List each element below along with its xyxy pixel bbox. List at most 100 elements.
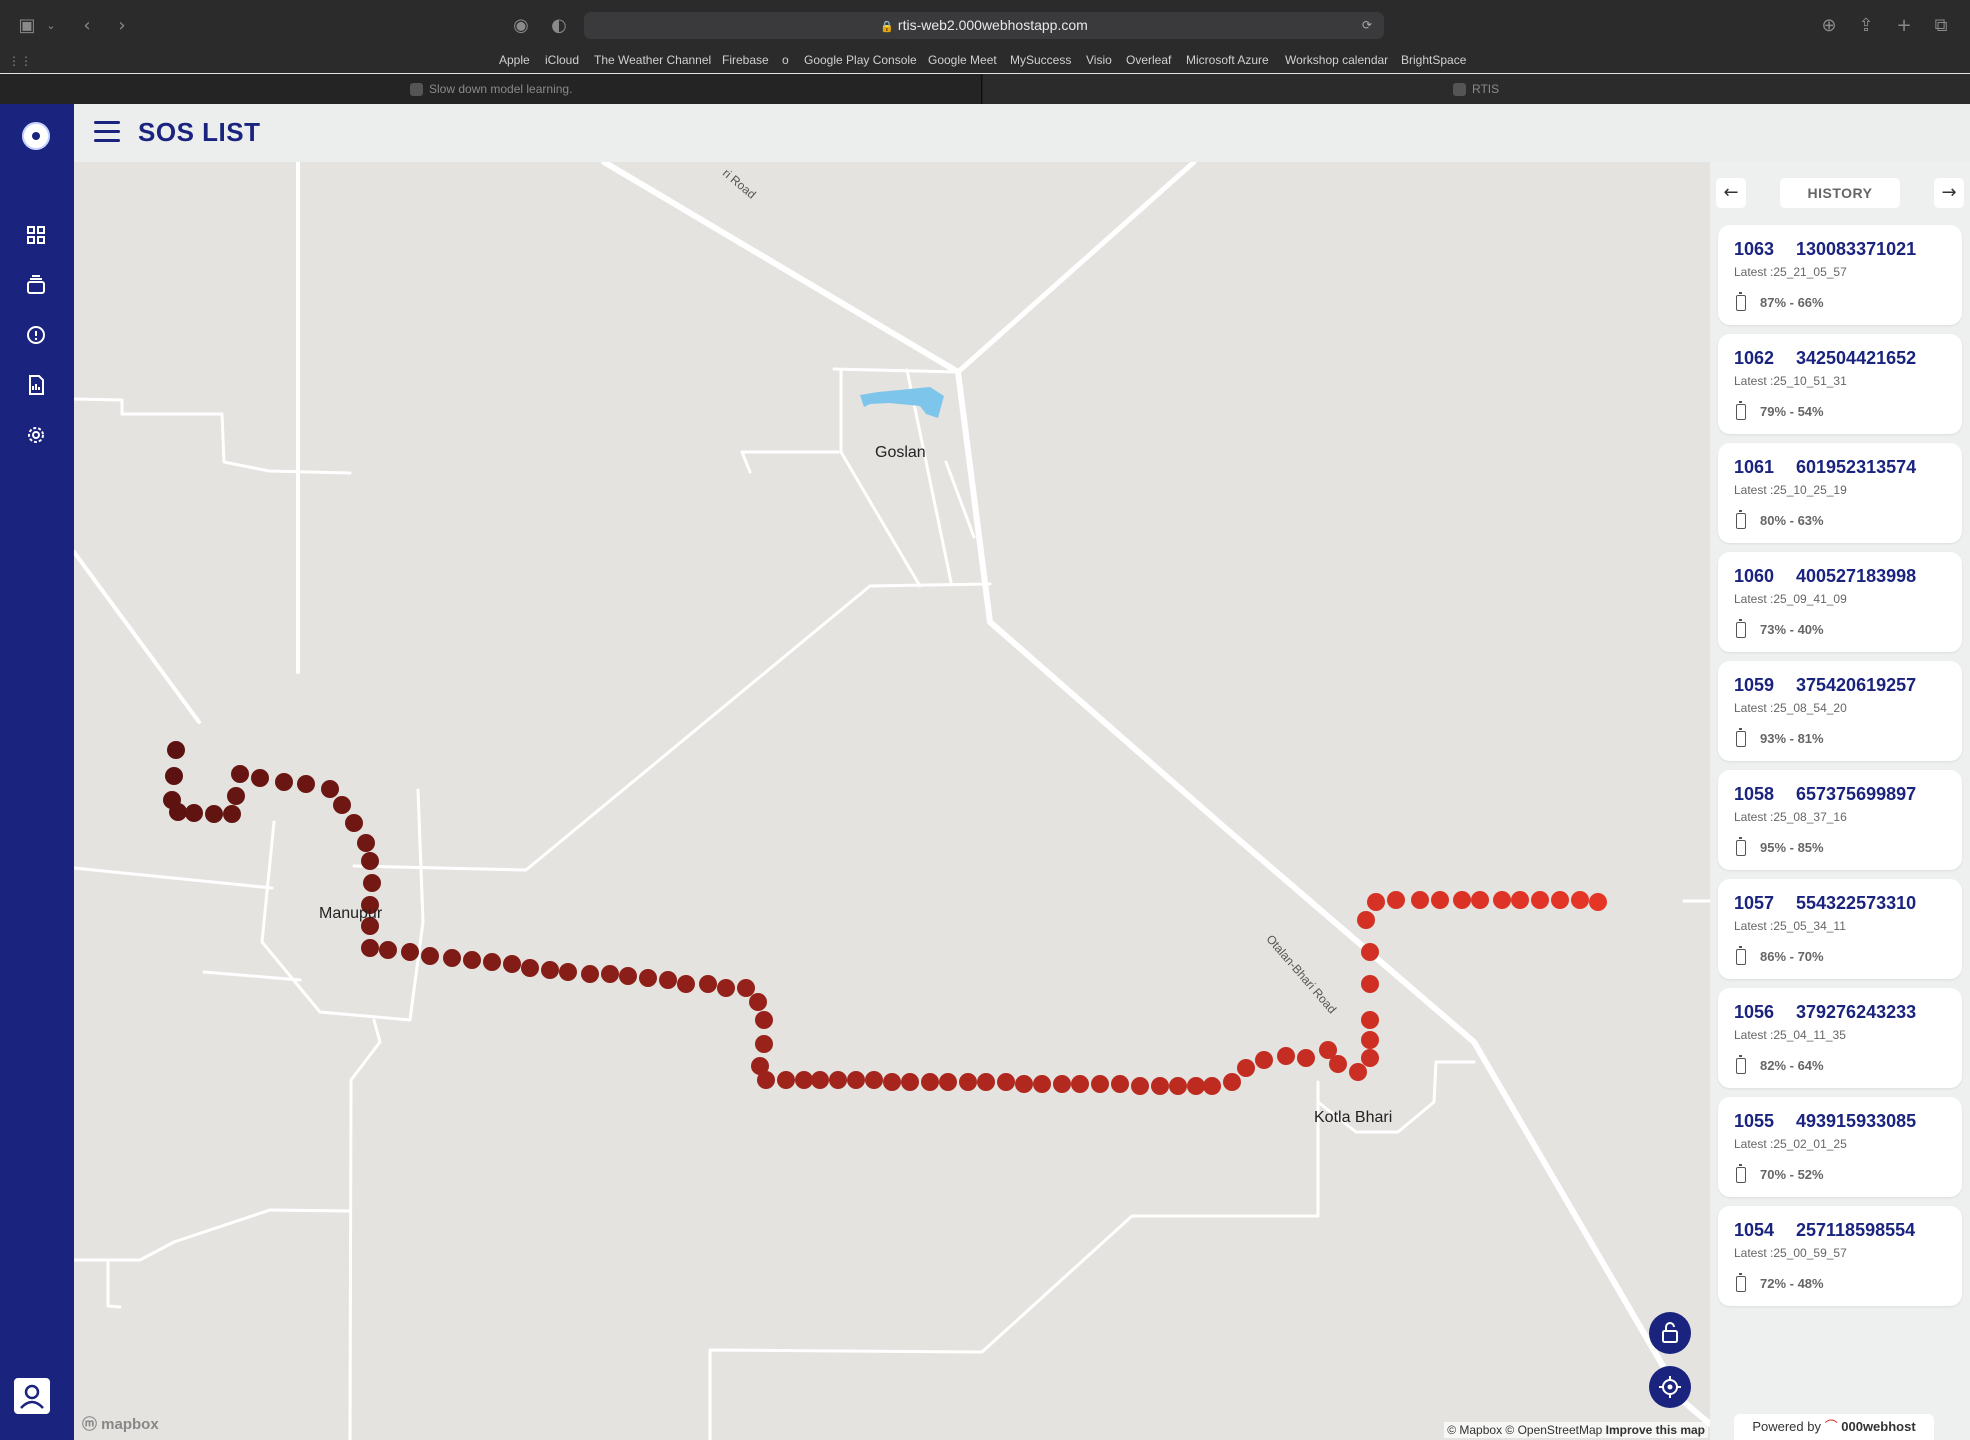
bookmark-item[interactable]: o xyxy=(782,53,789,67)
track-point[interactable] xyxy=(677,975,695,993)
track-point[interactable] xyxy=(443,949,461,967)
address-bar[interactable]: 🔒 rtis-web2.000webhostapp.com ⟳ xyxy=(584,12,1384,39)
track-point[interactable] xyxy=(321,780,339,798)
track-point[interactable] xyxy=(1297,1049,1315,1067)
bookmark-item[interactable]: Microsoft Azure xyxy=(1186,53,1269,67)
track-point[interactable] xyxy=(755,1011,773,1029)
track-point[interactable] xyxy=(1071,1075,1089,1093)
alert-icon[interactable] xyxy=(23,322,49,348)
track-point[interactable] xyxy=(1349,1063,1367,1081)
track-point[interactable] xyxy=(379,941,397,959)
bookmark-item[interactable]: Visio xyxy=(1086,53,1112,67)
track-point[interactable] xyxy=(921,1073,939,1091)
history-card[interactable]: 1063 130083371021 Latest :25_21_05_57 87% -… xyxy=(1718,225,1962,325)
track-point[interactable] xyxy=(345,814,363,832)
track-point[interactable] xyxy=(977,1073,995,1091)
track-point[interactable] xyxy=(865,1071,883,1089)
track-point[interactable] xyxy=(1551,891,1569,909)
history-card[interactable]: 1056 379276243233 Latest :25_04_11_35 82% -… xyxy=(1718,988,1962,1088)
track-point[interactable] xyxy=(639,969,657,987)
track-point[interactable] xyxy=(717,979,735,997)
track-point[interactable] xyxy=(1329,1055,1347,1073)
track-point[interactable] xyxy=(357,834,375,852)
track-point[interactable] xyxy=(1255,1051,1273,1069)
track-point[interactable] xyxy=(1361,1031,1379,1049)
track-point[interactable] xyxy=(251,769,269,787)
track-point[interactable] xyxy=(1187,1077,1205,1095)
history-card[interactable]: 1061 601952313574 Latest :25_10_25_19 80% -… xyxy=(1718,443,1962,543)
track-point[interactable] xyxy=(1361,1049,1379,1067)
track-point[interactable] xyxy=(1237,1059,1255,1077)
track-point[interactable] xyxy=(939,1073,957,1091)
track-point[interactable] xyxy=(1033,1075,1051,1093)
track-point[interactable] xyxy=(541,961,559,979)
track-point[interactable] xyxy=(883,1073,901,1091)
reload-icon[interactable]: ⟳ xyxy=(1362,12,1372,39)
track-point[interactable] xyxy=(699,975,717,993)
bookmark-item[interactable]: The Weather Channel xyxy=(594,53,711,67)
history-card[interactable]: 1059 375420619257 Latest :25_08_54_20 93% -… xyxy=(1718,661,1962,761)
bookmark-item[interactable]: MySuccess xyxy=(1010,53,1071,67)
track-point[interactable] xyxy=(1203,1077,1221,1095)
track-point[interactable] xyxy=(361,939,379,957)
bookmark-item[interactable]: Apple xyxy=(499,53,530,67)
track-point[interactable] xyxy=(1411,891,1429,909)
track-point[interactable] xyxy=(737,979,755,997)
track-point[interactable] xyxy=(559,963,577,981)
map-view[interactable]: Goslan Manupur Kotla Bhari Otalan-Bhari … xyxy=(74,162,1710,1440)
track-point[interactable] xyxy=(297,775,315,793)
track-point[interactable] xyxy=(1277,1047,1295,1065)
new-tab-icon[interactable]: + xyxy=(1893,15,1915,37)
track-point[interactable] xyxy=(1367,893,1385,911)
track-point[interactable] xyxy=(1387,891,1405,909)
improve-map-link[interactable]: Improve this map xyxy=(1606,1423,1705,1437)
track-point[interactable] xyxy=(1511,891,1529,909)
track-point[interactable] xyxy=(503,955,521,973)
track-point[interactable] xyxy=(227,787,245,805)
app-logo-icon[interactable] xyxy=(22,122,50,150)
track-point[interactable] xyxy=(581,965,599,983)
history-card[interactable]: 1055 493915933085 Latest :25_02_01_25 70% -… xyxy=(1718,1097,1962,1197)
apps-grid-icon[interactable]: ⋮⋮ xyxy=(8,50,32,72)
track-point[interactable] xyxy=(847,1071,865,1089)
track-point[interactable] xyxy=(1053,1075,1071,1093)
track-point[interactable] xyxy=(1531,891,1549,909)
sidebar-toggle-icon[interactable]: ▣ xyxy=(16,15,38,37)
track-point[interactable] xyxy=(1453,891,1471,909)
track-point[interactable] xyxy=(167,741,185,759)
track-point[interactable] xyxy=(619,967,637,985)
locate-button[interactable] xyxy=(1649,1366,1691,1408)
track-point[interactable] xyxy=(959,1073,977,1091)
track-point[interactable] xyxy=(275,773,293,791)
track-point[interactable] xyxy=(1357,911,1375,929)
history-card[interactable]: 1058 657375699897 Latest :25_08_37_16 95% -… xyxy=(1718,770,1962,870)
bookmark-item[interactable]: iCloud xyxy=(545,53,579,67)
privacy-shield-icon[interactable]: ◐ xyxy=(548,15,570,37)
track-point[interactable] xyxy=(1431,891,1449,909)
track-point[interactable] xyxy=(1131,1077,1149,1095)
track-point[interactable] xyxy=(1589,893,1607,911)
track-point[interactable] xyxy=(1169,1077,1187,1095)
track-point[interactable] xyxy=(659,971,677,989)
share-icon[interactable]: ⇪ xyxy=(1855,15,1877,37)
bookmark-item[interactable]: Firebase xyxy=(722,53,769,67)
layers-icon[interactable] xyxy=(23,272,49,298)
bookmark-item[interactable]: Workshop calendar xyxy=(1285,53,1388,67)
menu-icon[interactable] xyxy=(94,121,120,143)
bookmark-item[interactable]: Google Meet xyxy=(928,53,997,67)
tab-overview-icon[interactable]: ⧉ xyxy=(1930,15,1952,37)
track-point[interactable] xyxy=(1111,1075,1129,1093)
track-point[interactable] xyxy=(169,803,187,821)
attribution-text[interactable]: © Mapbox © OpenStreetMap xyxy=(1447,1423,1602,1437)
track-point[interactable] xyxy=(1091,1075,1109,1093)
track-point[interactable] xyxy=(185,804,203,822)
track-point[interactable] xyxy=(1361,943,1379,961)
track-point[interactable] xyxy=(901,1073,919,1091)
bookmark-item[interactable]: Google Play Console xyxy=(804,53,917,67)
track-point[interactable] xyxy=(333,796,351,814)
settings-icon[interactable] xyxy=(23,422,49,448)
tab-inactive[interactable]: Slow down model learning. xyxy=(0,74,982,104)
track-point[interactable] xyxy=(1151,1077,1169,1095)
lock-map-button[interactable] xyxy=(1649,1312,1691,1354)
history-card[interactable]: 1054 257118598554 Latest :25_00_59_57 72% -… xyxy=(1718,1206,1962,1306)
